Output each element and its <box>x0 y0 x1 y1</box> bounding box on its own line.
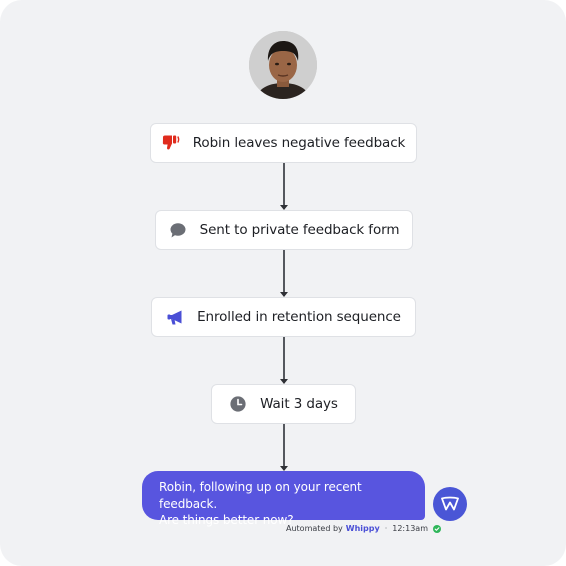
person-photo-icon <box>249 31 317 99</box>
clock-icon <box>229 395 247 413</box>
flow-step-label: Enrolled in retention sequence <box>197 309 401 325</box>
megaphone-icon <box>166 308 184 326</box>
delivered-check-icon <box>433 524 441 533</box>
flow-step-label: Robin leaves negative feedback <box>192 135 406 151</box>
message-timestamp: 12:13am <box>392 524 428 533</box>
thumbs-down-icon <box>162 134 180 152</box>
flow-step-negative-feedback[interactable]: Robin leaves negative feedback <box>150 123 417 163</box>
flow-connector-arrow <box>280 337 288 384</box>
flow-step-retention-sequence[interactable]: Enrolled in retention sequence <box>151 297 416 337</box>
meta-separator: · <box>384 524 388 533</box>
outgoing-message-bubble: Robin, following up on your recent feedb… <box>142 471 425 527</box>
flow-step-label: Sent to private feedback form <box>199 222 400 238</box>
flow-step-private-feedback-form[interactable]: Sent to private feedback form <box>155 210 413 250</box>
flow-connector-arrow <box>280 424 288 471</box>
brand-link[interactable]: Whippy <box>346 524 380 533</box>
automation-flow-canvas: Robin leaves negative feedback Sent to p… <box>0 0 566 566</box>
whippy-logo-icon <box>433 487 467 521</box>
message-text-line-1: Robin, following up on your recent feedb… <box>159 480 362 511</box>
flow-connector-arrow <box>280 163 288 210</box>
automated-by-label: Automated by <box>286 524 343 533</box>
chat-bubble-icon <box>169 221 187 239</box>
message-meta: Automated by Whippy · 12:13am <box>286 524 441 533</box>
flow-step-wait[interactable]: Wait 3 days <box>211 384 356 424</box>
flow-step-label: Wait 3 days <box>260 396 338 412</box>
contact-avatar <box>249 31 317 99</box>
flow-connector-arrow <box>280 250 288 297</box>
